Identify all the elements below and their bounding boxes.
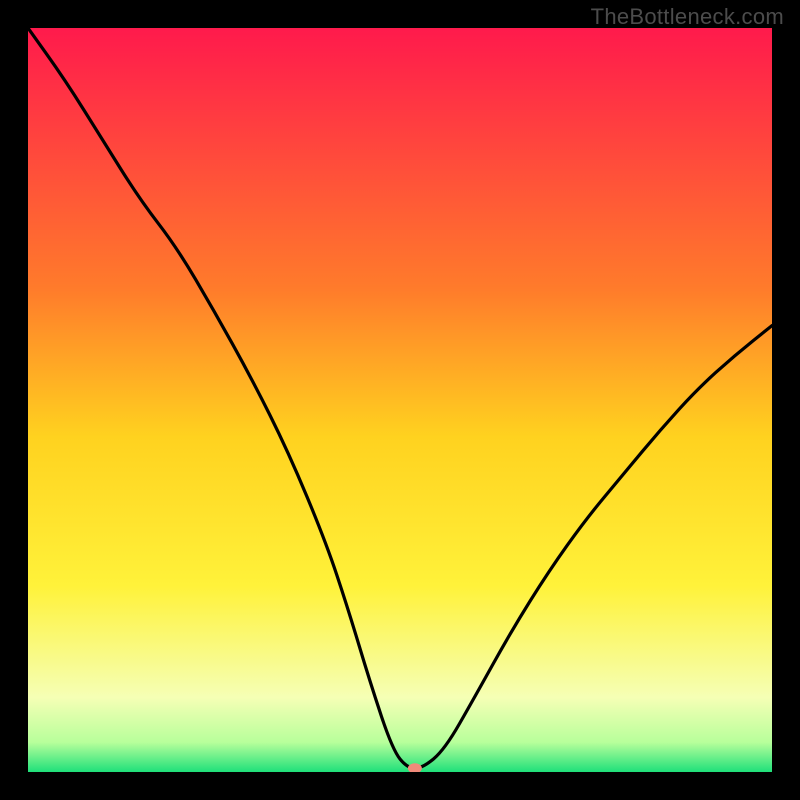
bottleneck-chart [28, 28, 772, 772]
chart-frame: TheBottleneck.com [0, 0, 800, 800]
chart-background [28, 28, 772, 772]
plot-area [28, 28, 772, 772]
watermark-text: TheBottleneck.com [591, 4, 784, 30]
